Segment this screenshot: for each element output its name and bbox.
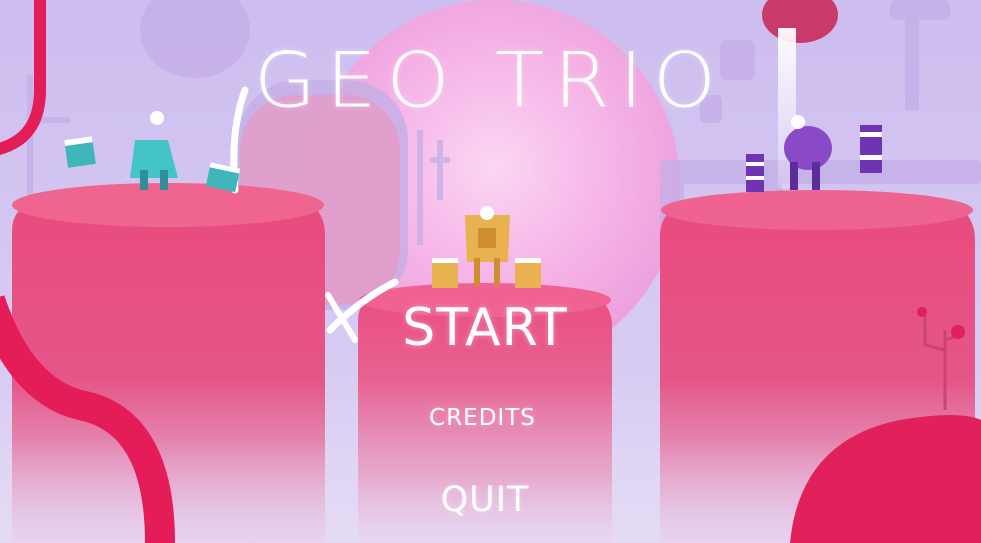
- game-title: GEO TRIO: [200, 36, 780, 126]
- game-title-text: GEO TRIO: [254, 36, 726, 125]
- quit-button[interactable]: QUIT: [410, 478, 560, 522]
- start-button[interactable]: START: [380, 298, 590, 358]
- credits-button[interactable]: CREDITS: [400, 403, 565, 433]
